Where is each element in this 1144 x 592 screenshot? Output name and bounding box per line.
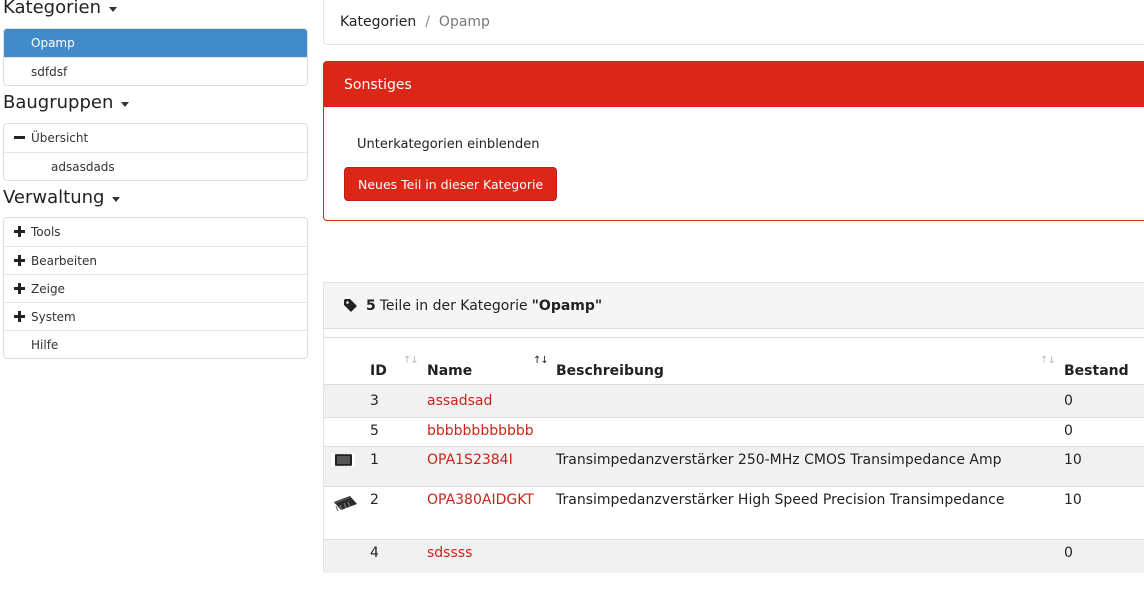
table-row: 1 OPA1S2384I Transimpedanzverstärker 250… [324,446,1144,486]
cell-stock: 0 [1064,423,1073,439]
admin-list: Tools Bearbeiten Zeige System Hilfe [3,217,308,359]
cell-id: 5 [370,423,379,439]
category-item-sdfdsf[interactable]: sdfdsf [4,57,307,85]
cell-stock: 10 [1064,492,1082,508]
column-header-description[interactable]: Beschreibung [556,363,664,379]
caret-down-icon [108,6,117,12]
assembly-item-label: Übersicht [31,131,89,145]
breadcrumb-separator: / [425,14,430,30]
plus-icon [14,255,25,266]
cell-id: 4 [370,545,379,561]
assembly-item-label: adsasdads [51,159,115,174]
assembly-item-adsasdads[interactable]: adsasdads [4,152,307,180]
cell-description: Transimpedanzverstärker High Speed Preci… [556,492,1005,508]
cell-id: 2 [370,492,379,508]
cell-description: Transimpedanzverstärker 250-MHz CMOS Tra… [556,452,1002,468]
admin-item-label: Zeige [31,281,65,296]
parts-header-category: "Opamp" [531,297,603,314]
column-header-name[interactable]: Name [427,363,472,379]
misc-panel-title: Sonstiges [324,62,1144,107]
assemblies-title: Baugruppen [3,92,114,113]
sort-asc-icon[interactable]: ↑↓ [533,355,549,366]
category-item-label: sdfdsf [31,64,68,79]
misc-panel: Sonstiges Unterkategorien einblenden Neu… [323,61,1144,221]
admin-item-label: Bearbeiten [31,253,97,268]
sort-icon[interactable]: ↑↓ [1040,355,1056,366]
breadcrumb: Kategorien / Opamp [323,0,1144,45]
table-row: 3 assadsad 0 [324,384,1144,417]
cell-stock: 10 [1064,452,1082,468]
cell-stock: 0 [1064,545,1073,561]
assemblies-list: Übersicht adsasdads [3,123,308,181]
part-name-link[interactable]: bbbbbbbbbbbb [427,423,534,439]
admin-item-system[interactable]: System [4,302,307,330]
show-subcategories-toggle[interactable]: Unterkategorien einblenden [357,137,540,152]
breadcrumb-current: Opamp [438,14,490,30]
cell-id: 1 [370,452,379,468]
plus-icon [14,283,25,294]
caret-down-icon [121,101,130,107]
admin-item-help[interactable]: Hilfe [4,330,307,358]
admin-item-show[interactable]: Zeige [4,274,307,302]
categories-title: Kategorien [3,0,101,18]
admin-item-label: Tools [31,225,61,239]
minus-icon [14,132,25,143]
table-row: 4 sdssss 0 [324,539,1144,573]
assembly-item-overview[interactable]: Übersicht [4,124,307,152]
table-top-border [324,337,1144,338]
category-item-label: Opamp [31,36,75,50]
admin-item-edit[interactable]: Bearbeiten [4,246,307,274]
table-row: 5 bbbbbbbbbbbb 0 [324,417,1144,446]
plus-icon [14,226,25,237]
parts-panel: 5 Teile in der Kategorie "Opamp" ID ↑↓ N… [323,282,1144,573]
breadcrumb-root-link[interactable]: Kategorien [340,14,416,30]
caret-down-icon [112,196,121,202]
assemblies-header[interactable]: Baugruppen [3,92,130,113]
categories-list: Opamp sdfdsf [3,28,308,86]
new-part-button[interactable]: Neues Teil in dieser Kategorie [344,167,558,201]
admin-item-label: Hilfe [31,337,59,352]
plus-icon [14,311,25,322]
parts-panel-header: 5 Teile in der Kategorie "Opamp" [324,283,1144,329]
column-header-id[interactable]: ID [370,363,387,379]
cell-stock: 0 [1064,393,1073,409]
part-name-link[interactable]: OPA380AIDGKT [427,492,534,508]
table-row: 2 OPA380AIDGKT Transimpedanzverstärker H… [324,486,1144,539]
tag-icon [344,298,357,312]
sort-icon[interactable]: ↑↓ [403,355,419,366]
parts-header-text: Teile in der Kategorie [379,297,528,314]
part-name-link[interactable]: assadsad [427,393,492,409]
chip-msop-icon [334,496,357,512]
part-name-link[interactable]: sdssss [427,545,472,561]
category-item-opamp[interactable]: Opamp [4,29,307,57]
categories-header[interactable]: Kategorien [3,0,117,18]
admin-header[interactable]: Verwaltung [3,187,121,208]
column-header-stock[interactable]: Bestand [1064,363,1129,379]
chip-qfn-icon [331,453,355,467]
admin-item-tools[interactable]: Tools [4,218,307,246]
part-name-link[interactable]: OPA1S2384I [427,452,513,468]
admin-item-label: System [31,309,76,324]
cell-id: 3 [370,393,379,409]
parts-count: 5 [366,297,376,314]
admin-title: Verwaltung [3,187,105,208]
